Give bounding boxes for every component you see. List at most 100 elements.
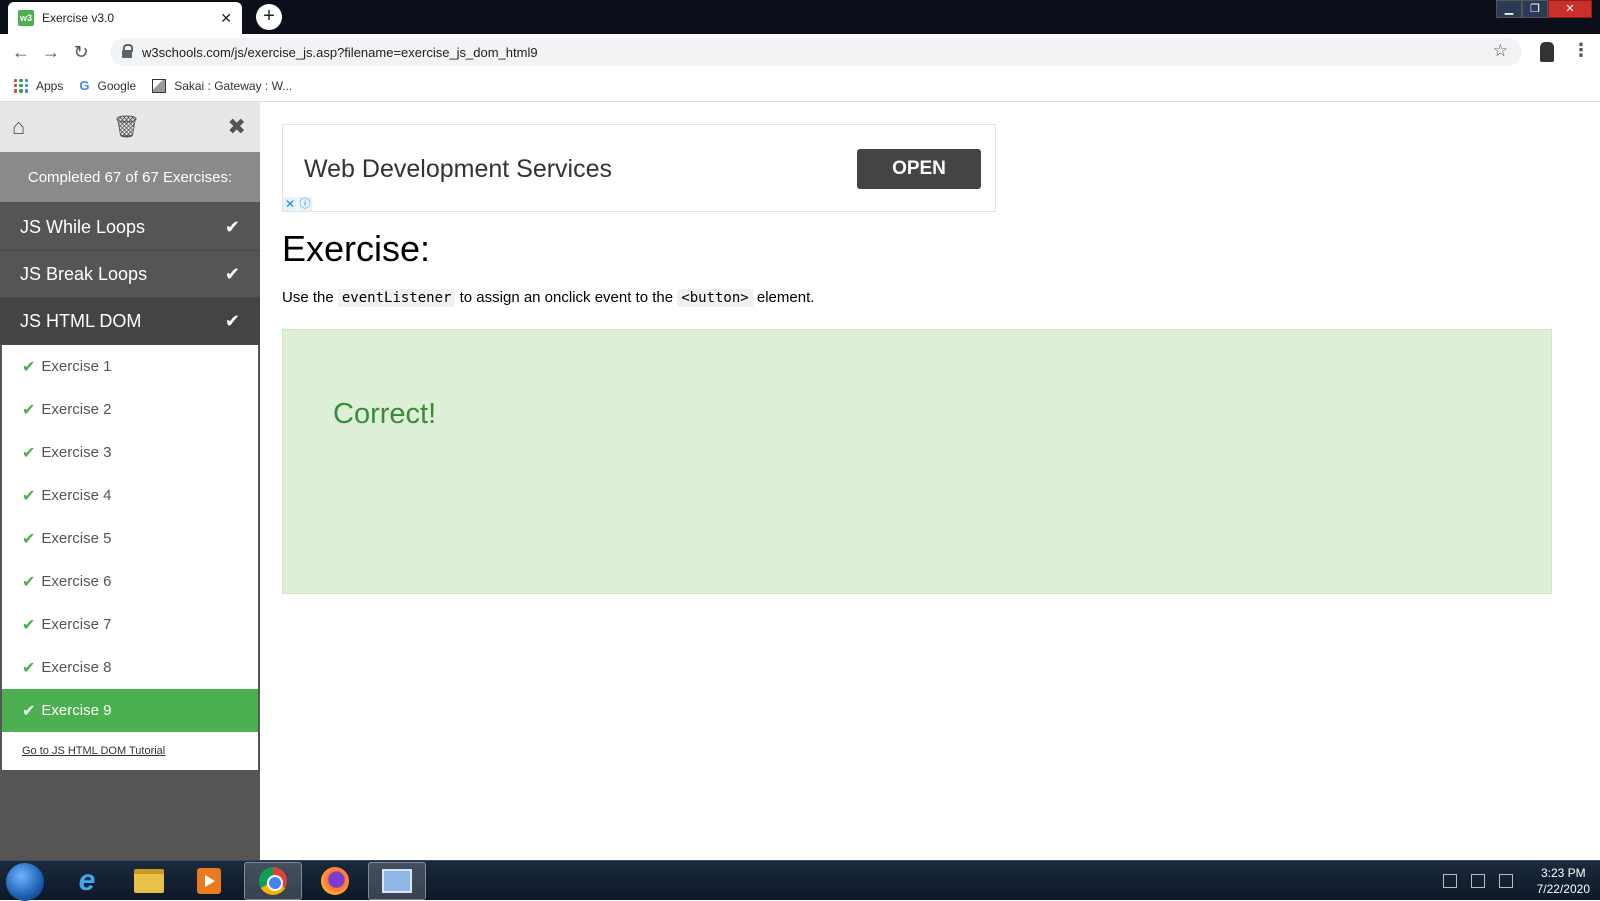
internet-explorer-icon[interactable]: e bbox=[58, 862, 116, 900]
section-label: JS While Loops bbox=[20, 216, 146, 237]
home-icon[interactable]: ⌂ bbox=[12, 114, 25, 140]
exercise-list: ✔ Exercise 1 ✔ Exercise 2 ✔ Exercise 3 ✔ Exe… bbox=[0, 345, 260, 770]
ad-close-icon[interactable]: ✕ bbox=[283, 197, 297, 211]
window-controls: ▁ ❐ ✕ bbox=[1496, 0, 1592, 18]
bookmark-label: Apps bbox=[36, 78, 64, 93]
clock-time: 3:23 PM bbox=[1540, 866, 1586, 880]
exercise-item-8[interactable]: ✔ Exercise 8 bbox=[2, 646, 258, 689]
system-tray: 3:23 PM 7/22/2020 bbox=[1442, 861, 1590, 901]
result-panel: Correct! bbox=[282, 329, 1552, 594]
close-icon[interactable]: ✖ bbox=[228, 114, 246, 140]
sidebar-section-while-loops[interactable]: JS While Loops ✔ bbox=[0, 204, 260, 251]
firefox-icon[interactable] bbox=[306, 862, 364, 900]
exercise-item-3[interactable]: ✔ Exercise 3 bbox=[2, 431, 258, 474]
new-tab-button[interactable]: + bbox=[256, 4, 282, 30]
section-label: JS Break Loops bbox=[20, 263, 148, 284]
sidebar-section-break-loops[interactable]: JS Break Loops ✔ bbox=[0, 251, 260, 298]
exercise-label: Exercise 1 bbox=[41, 358, 112, 375]
check-icon: ✔ bbox=[22, 401, 36, 419]
ad-open-button[interactable]: OPEN bbox=[857, 149, 981, 189]
bookmark-sakai[interactable]: Sakai : Gateway : W... bbox=[152, 78, 293, 93]
forward-arrow-icon[interactable]: → bbox=[36, 42, 66, 63]
completed-counter: Completed 67 of 67 Exercises: bbox=[0, 152, 260, 202]
exercise-item-2[interactable]: ✔ Exercise 2 bbox=[2, 388, 258, 431]
file-explorer-icon[interactable] bbox=[120, 862, 178, 900]
chrome-icon[interactable] bbox=[244, 862, 302, 900]
bookmark-label: Google bbox=[97, 78, 137, 93]
exercise-item-5[interactable]: ✔ Exercise 5 bbox=[2, 517, 258, 560]
browser-titlebar: w3 Exercise v3.0 ✕ + ▁ ❐ ✕ bbox=[0, 0, 1600, 34]
remote-desktop-icon[interactable] bbox=[368, 862, 426, 900]
check-icon: ✔ bbox=[22, 444, 36, 462]
sidebar-toolbar: ⌂ 🗑 ✖ bbox=[0, 102, 260, 152]
ad-title: Web Development Services bbox=[304, 155, 613, 183]
url-input[interactable]: w3schools.com/js/exercise_js.asp?filenam… bbox=[110, 38, 1522, 66]
bookmarks-bar: Apps G Google Sakai : Gateway : W... bbox=[0, 70, 1600, 102]
exercise-item-4[interactable]: ✔ Exercise 4 bbox=[2, 474, 258, 517]
exercise-item-6[interactable]: ✔ Exercise 6 bbox=[2, 560, 258, 603]
maximize-button[interactable]: ❐ bbox=[1522, 0, 1548, 18]
check-icon: ✔ bbox=[22, 530, 36, 548]
keyboard-icon[interactable] bbox=[1442, 874, 1457, 888]
code-snippet: eventListener bbox=[337, 289, 456, 307]
exercise-label: Exercise 8 bbox=[41, 659, 112, 676]
bookmark-apps[interactable]: Apps bbox=[14, 78, 64, 93]
media-player-icon[interactable] bbox=[180, 862, 238, 900]
check-icon: ✔ bbox=[224, 310, 240, 331]
apps-grid-icon bbox=[14, 78, 28, 93]
exercise-label: Exercise 4 bbox=[41, 487, 112, 504]
lock-icon bbox=[122, 44, 133, 58]
clock[interactable]: 3:23 PM 7/22/2020 bbox=[1537, 865, 1590, 897]
taskbar: e 3:23 PM 7/22/2020 bbox=[0, 860, 1600, 901]
tab-close-icon[interactable]: ✕ bbox=[220, 10, 232, 27]
reload-icon[interactable]: ↻ bbox=[66, 42, 96, 63]
browser-menu-icon[interactable]: ⋮ bbox=[1572, 40, 1590, 61]
browser-tab[interactable]: w3 Exercise v3.0 ✕ bbox=[8, 2, 242, 34]
instruction-text: element. bbox=[752, 289, 815, 306]
sakai-icon bbox=[152, 78, 167, 93]
exercise-label: Exercise 6 bbox=[41, 573, 112, 590]
check-icon: ✔ bbox=[22, 358, 36, 376]
start-button[interactable] bbox=[6, 863, 44, 901]
bookmark-label: Sakai : Gateway : W... bbox=[174, 78, 293, 93]
trash-icon[interactable]: 🗑 bbox=[112, 114, 140, 140]
exercise-label: Exercise 7 bbox=[41, 616, 112, 633]
address-bar-row: ← → ↻ w3schools.com/js/exercise_js.asp?f… bbox=[0, 34, 1600, 70]
check-icon: ✔ bbox=[22, 573, 36, 591]
exercise-label: Exercise 2 bbox=[41, 401, 112, 418]
clock-date: 7/22/2020 bbox=[1536, 882, 1590, 896]
minimize-button[interactable]: ▁ bbox=[1496, 0, 1522, 18]
google-icon: G bbox=[79, 78, 90, 93]
exercise-item-9[interactable]: ✔ Exercise 9 bbox=[2, 689, 258, 732]
result-message: Correct! bbox=[333, 398, 437, 430]
bookmark-star-icon[interactable]: ☆ bbox=[1493, 41, 1508, 61]
profile-avatar[interactable] bbox=[1540, 42, 1554, 62]
volume-icon[interactable] bbox=[1498, 874, 1513, 888]
ad-banner[interactable]: Web Development Services OPEN ✕ ⓘ bbox=[282, 124, 996, 212]
ad-info-icon[interactable]: ⓘ bbox=[298, 197, 312, 211]
exercise-label: Exercise 5 bbox=[41, 530, 112, 547]
main-content: Web Development Services OPEN ✕ ⓘ Exerci… bbox=[260, 102, 1600, 860]
section-label: JS HTML DOM bbox=[20, 310, 142, 331]
back-arrow-icon[interactable]: ← bbox=[6, 42, 36, 63]
sidebar-section-html-dom[interactable]: JS HTML DOM ✔ bbox=[0, 298, 260, 345]
power-icon[interactable] bbox=[1470, 874, 1485, 888]
exercise-instructions: Use the eventListener to assign an oncli… bbox=[282, 289, 815, 307]
exercise-item-1[interactable]: ✔ Exercise 1 bbox=[2, 345, 258, 388]
check-icon: ✔ bbox=[224, 216, 240, 237]
check-icon: ✔ bbox=[22, 702, 36, 720]
exercise-sidebar: ⌂ 🗑 ✖ Completed 67 of 67 Exercises: JS W… bbox=[0, 102, 260, 860]
tab-title: Exercise v3.0 bbox=[42, 11, 115, 25]
exercise-label: Exercise 9 bbox=[41, 702, 112, 719]
tutorial-link[interactable]: Go to JS HTML DOM Tutorial bbox=[2, 732, 258, 770]
exercise-item-7[interactable]: ✔ Exercise 7 bbox=[2, 603, 258, 646]
instruction-text: to assign an onclick event to the bbox=[455, 289, 678, 306]
check-icon: ✔ bbox=[22, 616, 36, 634]
exercise-label: Exercise 3 bbox=[41, 444, 112, 461]
bookmark-google[interactable]: G Google bbox=[79, 78, 136, 93]
window-close-button[interactable]: ✕ bbox=[1548, 0, 1592, 18]
url-text: w3schools.com/js/exercise_js.asp?filenam… bbox=[142, 44, 538, 60]
check-icon: ✔ bbox=[224, 263, 240, 284]
code-snippet: <button> bbox=[677, 289, 753, 307]
w3schools-favicon-icon: w3 bbox=[18, 10, 34, 26]
